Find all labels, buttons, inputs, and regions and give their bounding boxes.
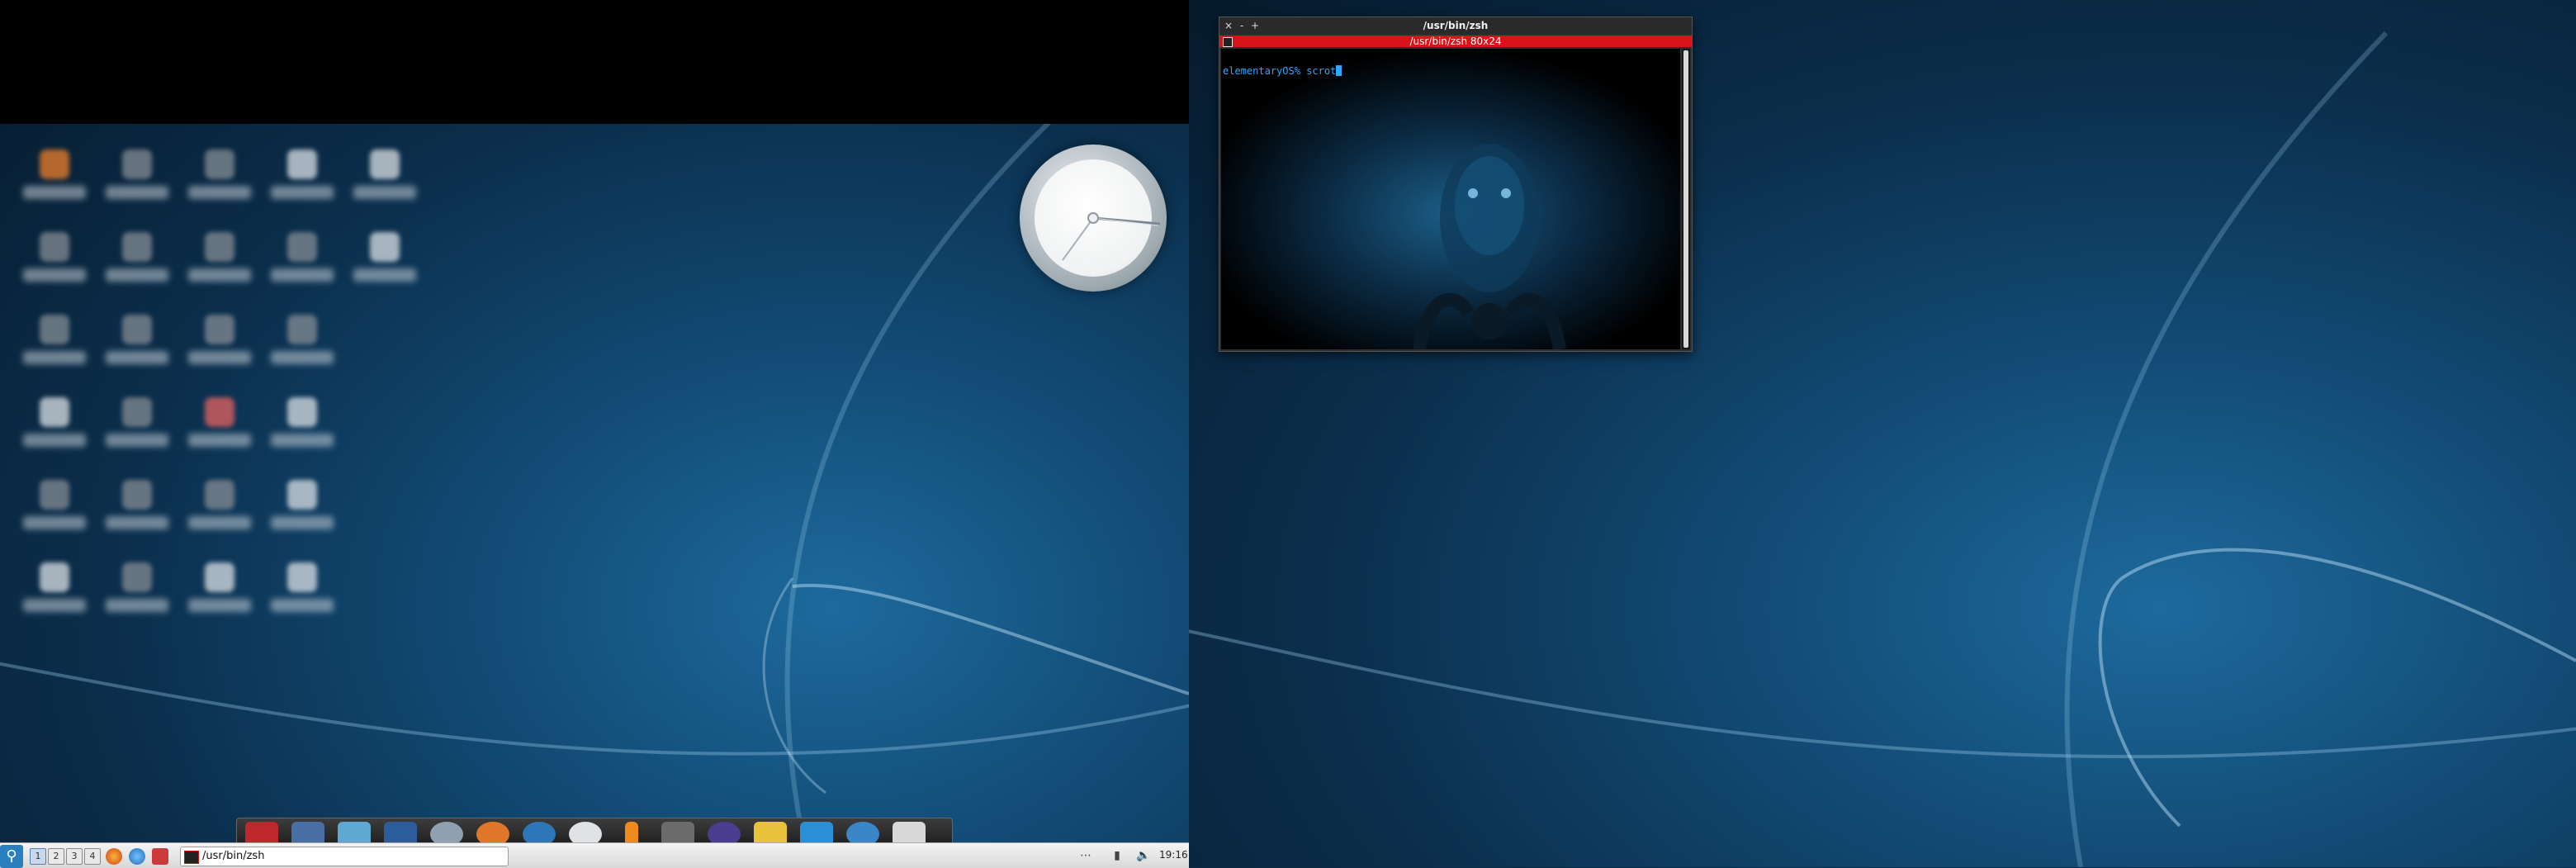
volume-icon[interactable]: 🔈 bbox=[1136, 848, 1151, 863]
minimize-button[interactable]: - bbox=[1236, 17, 1248, 34]
desktop-icon[interactable] bbox=[97, 145, 177, 211]
desktop-icon[interactable] bbox=[263, 392, 342, 458]
desktop-icon[interactable] bbox=[180, 392, 259, 458]
window-title: /usr/bin/zsh bbox=[1423, 20, 1489, 31]
terminal-background-image bbox=[1221, 49, 1680, 349]
taskbar-window-button[interactable]: /usr/bin/zsh bbox=[180, 847, 509, 866]
desktop-icon[interactable] bbox=[15, 475, 94, 541]
desktop-icon[interactable] bbox=[97, 557, 177, 624]
desktop-icon[interactable] bbox=[15, 145, 94, 211]
desktop-icon[interactable] bbox=[15, 392, 94, 458]
desktop-icon[interactable] bbox=[345, 145, 424, 211]
terminal-tab[interactable]: /usr/bin/zsh 80x24 bbox=[1219, 36, 1692, 47]
desktop-icon[interactable] bbox=[180, 227, 259, 293]
desktop-icon[interactable] bbox=[15, 310, 94, 376]
maximize-button[interactable]: + bbox=[1249, 17, 1261, 34]
close-button[interactable]: × bbox=[1223, 17, 1234, 34]
desktop-wallpaper-left bbox=[0, 0, 1189, 867]
workspace-1[interactable]: 1 bbox=[30, 848, 46, 865]
chromium-icon[interactable] bbox=[129, 848, 145, 865]
bottom-taskbar: ⚲ 1 2 3 4 /usr/bin/zsh ⋯ ▮ 🔈 19:16 bbox=[0, 842, 1189, 868]
desktop-icon[interactable] bbox=[263, 310, 342, 376]
desktop-icon[interactable] bbox=[180, 557, 259, 624]
workspace-3[interactable]: 3 bbox=[66, 848, 83, 865]
terminal-icon bbox=[184, 851, 199, 864]
desktop-icon[interactable] bbox=[180, 310, 259, 376]
desktop-icon[interactable] bbox=[345, 227, 424, 293]
task-label: /usr/bin/zsh bbox=[202, 850, 265, 862]
desktop-icon[interactable] bbox=[263, 227, 342, 293]
terminal-content[interactable]: elementaryOS% scrot bbox=[1221, 49, 1680, 349]
terminal-scroll-thumb[interactable] bbox=[1683, 50, 1688, 348]
desktop-icon[interactable] bbox=[97, 475, 177, 541]
firefox-icon[interactable] bbox=[106, 848, 122, 865]
terminal-tab-icon bbox=[1223, 37, 1233, 47]
desktop-icon[interactable] bbox=[180, 145, 259, 211]
desktop-icon[interactable] bbox=[180, 475, 259, 541]
text-cursor bbox=[1336, 65, 1342, 76]
terminal-prompt-line: elementaryOS% scrot bbox=[1223, 65, 1342, 77]
desktop-icon[interactable] bbox=[97, 310, 177, 376]
desktop-icon[interactable] bbox=[263, 475, 342, 541]
analog-clock-widget[interactable] bbox=[1020, 145, 1167, 292]
clock-hands bbox=[1062, 212, 1161, 261]
black-panel-area bbox=[0, 0, 1189, 124]
prompt-text: elementaryOS% scrot bbox=[1223, 65, 1337, 77]
workspace-2[interactable]: 2 bbox=[48, 848, 64, 865]
terminal-window[interactable]: /usr/bin/zsh × - + /usr/bin/zsh 80x24 el bbox=[1219, 17, 1693, 352]
desktop-icon[interactable] bbox=[97, 227, 177, 293]
desktop-icon[interactable] bbox=[263, 557, 342, 624]
desktop-icon[interactable] bbox=[263, 145, 342, 211]
network-icon[interactable]: ⋯ bbox=[1078, 848, 1093, 863]
workspace-4[interactable]: 4 bbox=[84, 848, 101, 865]
tool-icon[interactable] bbox=[152, 848, 168, 865]
desktop-icon[interactable] bbox=[15, 557, 94, 624]
clock-text[interactable]: 19:16 bbox=[1159, 849, 1188, 861]
battery-icon[interactable]: ▮ bbox=[1110, 848, 1125, 863]
desktop-icon[interactable] bbox=[15, 227, 94, 293]
app-menu-icon[interactable]: ⚲ bbox=[0, 845, 23, 868]
desktop-icon[interactable] bbox=[97, 392, 177, 458]
tab-title: /usr/bin/zsh 80x24 bbox=[1409, 36, 1502, 47]
terminal-titlebar[interactable]: /usr/bin/zsh bbox=[1219, 17, 1692, 34]
